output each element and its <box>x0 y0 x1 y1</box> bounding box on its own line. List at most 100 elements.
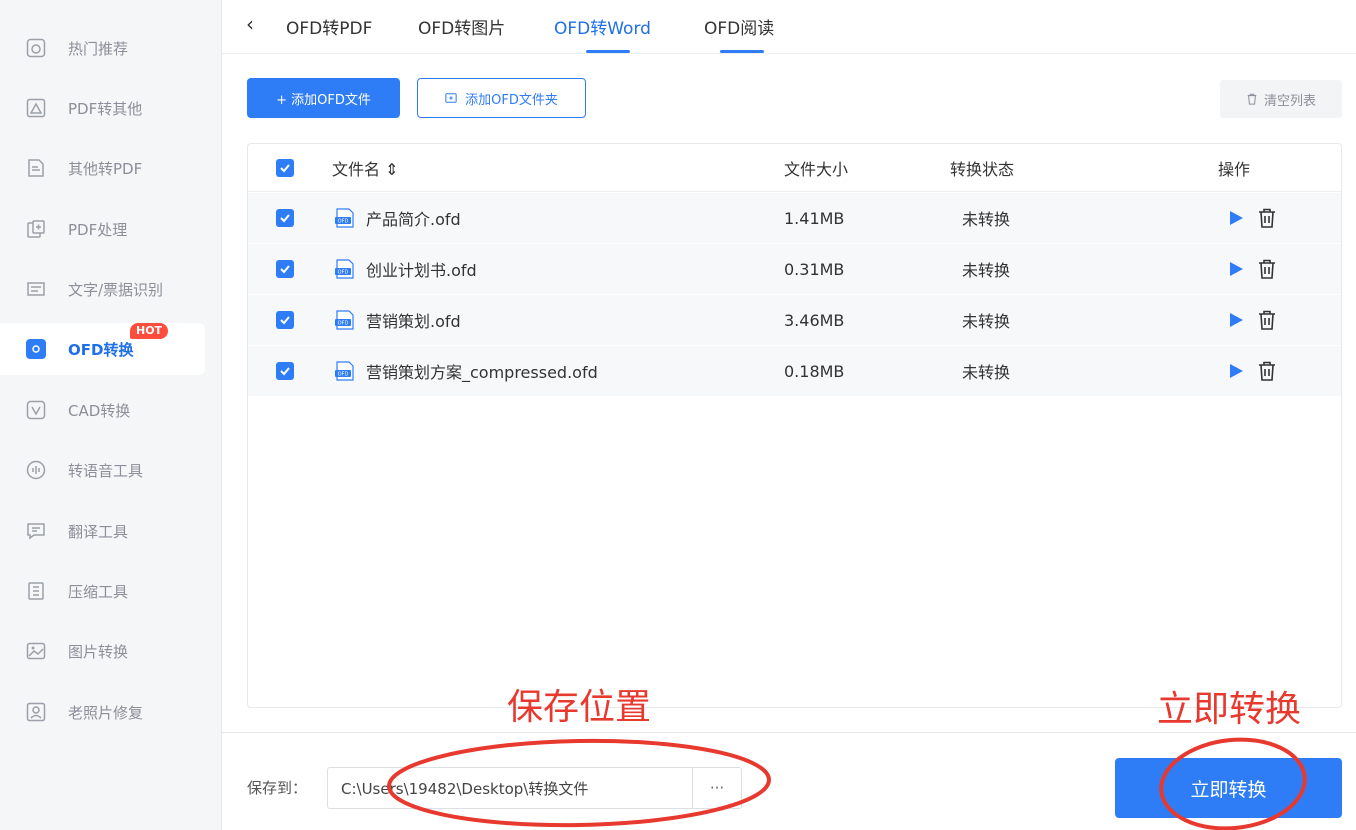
photo-repair-icon <box>26 702 46 722</box>
tab-bar: ‹ OFD转PDF OFD转图片 OFD转Word OFD阅读 <box>222 0 1356 54</box>
filename: 产品简介.ofd <box>366 210 461 229</box>
sidebar-item-ocr[interactable]: 文字/票据识别 <box>0 263 205 315</box>
filesize: 3.46MB <box>784 310 845 330</box>
status: 未转换 <box>962 210 1011 229</box>
row-checkbox[interactable] <box>276 244 294 294</box>
tab-ofd-to-word[interactable]: OFD转Word <box>554 14 651 39</box>
ofd-file-icon: OFD <box>335 259 354 279</box>
sidebar-item-voice-tool[interactable]: 转语音工具 <box>0 444 205 496</box>
row-checkbox[interactable] <box>276 346 294 396</box>
tab-ofd-read[interactable]: OFD阅读 <box>704 14 774 39</box>
filename-cell: OFD 创业计划书.ofd <box>334 244 477 294</box>
save-location-annotation: 保存位置 <box>507 687 652 728</box>
filename: 创业计划书.ofd <box>366 261 477 280</box>
sidebar-item-label: CAD转换 <box>68 401 131 420</box>
row-actions <box>1228 346 1276 396</box>
sidebar-item-hot-recommend[interactable]: 热门推荐 <box>0 22 205 74</box>
add-ofd-folder-button[interactable]: 添加OFD文件夹 <box>417 78 586 118</box>
play-icon[interactable] <box>1228 210 1244 226</box>
folder-icon <box>445 93 457 103</box>
row-checkbox[interactable] <box>276 295 294 345</box>
active-tab-indicator <box>586 50 630 53</box>
sidebar-item-translate[interactable]: 翻译工具 <box>0 505 205 557</box>
row-actions <box>1228 193 1276 243</box>
trash-icon[interactable] <box>1258 361 1276 381</box>
sidebar-item-label: 翻译工具 <box>68 522 129 541</box>
status: 未转换 <box>962 312 1011 331</box>
filename: 营销策划.ofd <box>366 312 461 331</box>
hot-badge: HOT <box>130 323 169 339</box>
header-filename[interactable]: 文件名 ⇕ <box>332 144 399 191</box>
sidebar-item-pdf-to-other[interactable]: PDF转其他 <box>0 82 205 134</box>
tab-ofd-to-pdf[interactable]: OFD转PDF <box>286 14 372 39</box>
save-path-value: C:\Users\19482\Desktop\转换文件 <box>341 779 589 798</box>
trash-icon[interactable] <box>1258 310 1276 330</box>
table-row: OFD 创业计划书.ofd 0.31MB 未转换 <box>248 244 1341 295</box>
tab-indicator-secondary <box>720 50 764 53</box>
status: 未转换 <box>962 363 1011 382</box>
svg-text:OFD: OFD <box>338 372 349 378</box>
compress-icon <box>26 581 46 601</box>
status: 未转换 <box>962 261 1011 280</box>
sidebar-item-label: 转语音工具 <box>68 461 144 480</box>
ofd-file-icon: OFD <box>335 310 354 330</box>
browse-button[interactable]: ··· <box>692 767 742 809</box>
ofd-file-icon: OFD <box>335 208 354 228</box>
file-table: 文件名 ⇕ 文件大小 转换状态 操作 OFD 产品简介.ofd 1.41MB 未… <box>247 143 1342 708</box>
sidebar-item-label: 文字/票据识别 <box>68 280 164 299</box>
sidebar-item-label: 其他转PDF <box>68 159 143 178</box>
sidebar-item-label: 老照片修复 <box>68 703 144 722</box>
clear-list-label: 清空列表 <box>1263 93 1316 109</box>
filesize: 0.31MB <box>784 259 845 279</box>
table-row: OFD 产品简介.ofd 1.41MB 未转换 <box>248 193 1341 244</box>
select-all-checkbox[interactable] <box>276 144 294 191</box>
trash-icon <box>1247 93 1257 105</box>
sidebar: 热门推荐 PDF转其他 其他转PDF PDF处理 文字/票据识别 OFD转换 H… <box>0 0 222 830</box>
sidebar-item-image-convert[interactable]: 图片转换 <box>0 625 205 677</box>
svg-text:OFD: OFD <box>338 321 349 327</box>
sidebar-item-ofd-convert[interactable]: OFD转换 HOT <box>0 323 205 375</box>
row-actions <box>1228 295 1276 345</box>
convert-now-button[interactable]: 立即转换 <box>1115 758 1342 818</box>
table-row: OFD 营销策划方案_compressed.ofd 0.18MB 未转换 <box>248 346 1341 397</box>
trash-icon[interactable] <box>1258 259 1276 279</box>
sidebar-item-other-to-pdf[interactable]: 其他转PDF <box>0 142 205 194</box>
table-row: OFD 营销策划.ofd 3.46MB 未转换 <box>248 295 1341 346</box>
svg-text:OFD: OFD <box>338 219 349 225</box>
play-icon[interactable] <box>1228 261 1244 277</box>
sidebar-item-label: 热门推荐 <box>68 39 129 58</box>
ocr-icon <box>26 279 46 299</box>
clear-list-button[interactable]: 清空列表 <box>1220 80 1342 118</box>
sidebar-item-pdf-process[interactable]: PDF处理 <box>0 203 205 255</box>
ofd-file-icon: OFD <box>335 361 354 381</box>
play-icon[interactable] <box>1228 312 1244 328</box>
pdf-to-other-icon <box>26 98 46 118</box>
sidebar-item-label: 图片转换 <box>68 642 129 661</box>
filename-cell: OFD 产品简介.ofd <box>334 193 461 243</box>
sidebar-item-label: PDF处理 <box>68 220 128 239</box>
row-actions <box>1228 244 1276 294</box>
convert-now-annotation: 立即转换 <box>1157 689 1302 730</box>
header-status: 转换状态 <box>950 159 1015 179</box>
sidebar-item-photo-repair[interactable]: 老照片修复 <box>0 686 205 738</box>
pdf-process-icon <box>26 219 46 239</box>
row-checkbox[interactable] <box>276 193 294 243</box>
image-convert-icon <box>26 641 46 661</box>
hot-recommend-icon <box>26 38 46 58</box>
filesize: 1.41MB <box>784 208 845 228</box>
filename: 营销策划方案_compressed.ofd <box>366 363 598 382</box>
other-to-pdf-icon <box>26 158 46 178</box>
tab-ofd-to-image[interactable]: OFD转图片 <box>418 14 505 39</box>
sidebar-item-compress[interactable]: 压缩工具 <box>0 565 205 617</box>
add-ofd-folder-label: 添加OFD文件夹 <box>465 92 558 108</box>
voice-tool-icon <box>26 460 46 480</box>
save-path-field[interactable]: C:\Users\19482\Desktop\转换文件 <box>327 767 693 809</box>
ofd-convert-icon <box>26 339 46 359</box>
sidebar-item-label: OFD转换 <box>68 340 134 359</box>
add-ofd-file-button[interactable]: + 添加OFD文件 <box>247 78 400 118</box>
header-filesize: 文件大小 <box>784 159 849 179</box>
trash-icon[interactable] <box>1258 208 1276 228</box>
sidebar-item-cad-convert[interactable]: CAD转换 <box>0 384 205 436</box>
back-arrow-icon[interactable]: ‹ <box>246 12 254 36</box>
play-icon[interactable] <box>1228 363 1244 379</box>
